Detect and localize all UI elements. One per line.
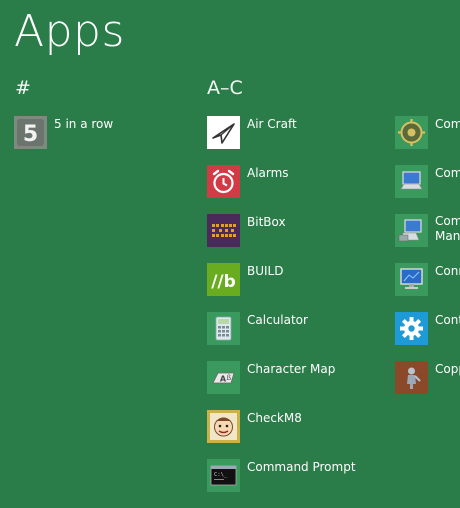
- app-tile-component[interactable]: Com: [395, 116, 460, 152]
- svg-text:ß: ß: [227, 374, 232, 382]
- computer-icon: [395, 165, 428, 198]
- app-tile-computer[interactable]: Com: [395, 165, 460, 201]
- app-label: Copp: [435, 362, 460, 376]
- five-icon: 5: [14, 116, 47, 149]
- component-gear-icon: [395, 116, 428, 149]
- app-tile-control[interactable]: Cont: [395, 312, 460, 348]
- app-label: Character Map: [247, 362, 336, 376]
- group-header-hash: #: [15, 77, 31, 99]
- checkm8-face-icon: [207, 410, 240, 443]
- app-label: CheckM8: [247, 411, 302, 425]
- app-label: Calculator: [247, 313, 308, 327]
- app-label: Com Mana: [435, 214, 460, 243]
- app-label: Cont: [435, 313, 460, 327]
- app-label: Alarms: [247, 166, 289, 180]
- monitor-icon: [395, 263, 428, 296]
- app-label: Com: [435, 117, 460, 131]
- copper-figure-icon: [395, 361, 428, 394]
- app-label: Air Craft: [247, 117, 297, 131]
- app-tile-computer-management[interactable]: Com Mana: [395, 214, 460, 250]
- app-label: Com: [435, 166, 460, 180]
- group-header-a-c: A–C: [207, 77, 243, 99]
- computer-management-icon: [395, 214, 428, 247]
- app-label: BitBox: [247, 215, 286, 229]
- svg-text:C:\_: C:\_: [214, 472, 228, 478]
- build-slash-b-icon: //b: [207, 263, 240, 296]
- app-tile-command-prompt[interactable]: C:\_ Command Prompt: [207, 459, 447, 495]
- app-label: 5 in a row: [54, 117, 114, 131]
- paper-plane-icon: [207, 116, 240, 149]
- alarm-clock-icon: [207, 165, 240, 198]
- app-label: Command Prompt: [247, 460, 356, 474]
- app-tile-copper[interactable]: Copp: [395, 361, 460, 397]
- app-tile-checkm8[interactable]: CheckM8: [207, 410, 447, 446]
- page-title: Apps: [14, 6, 125, 57]
- svg-text://b: //b: [211, 272, 236, 292]
- calculator-icon: [207, 312, 240, 345]
- bitbox-grid-icon: [207, 214, 240, 247]
- character-map-icon: A ß: [207, 361, 240, 394]
- app-label: Conr: [435, 264, 460, 278]
- svg-text:5: 5: [23, 122, 38, 147]
- settings-gear-icon: [395, 312, 428, 345]
- command-prompt-icon: C:\_: [207, 459, 240, 492]
- app-tile-connect[interactable]: Conr: [395, 263, 460, 299]
- app-label: BUILD: [247, 264, 284, 278]
